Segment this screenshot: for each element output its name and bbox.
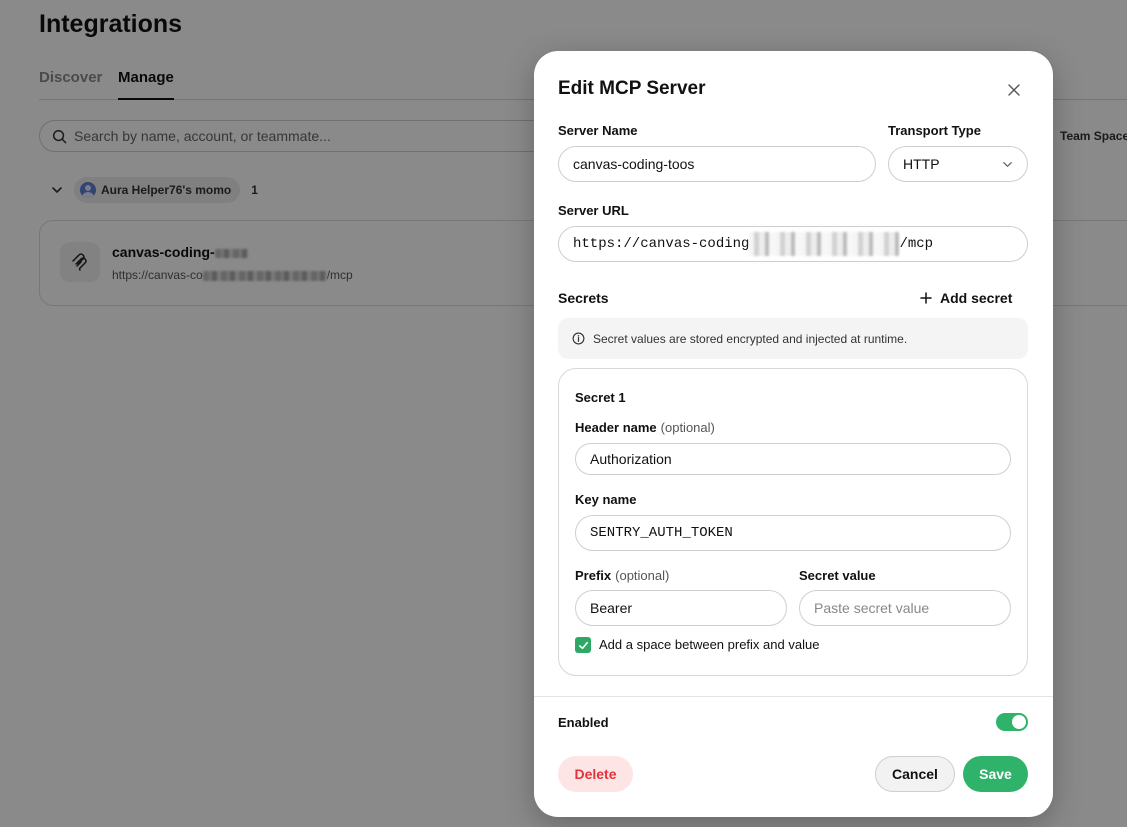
dialog-title: Edit MCP Server	[558, 78, 706, 99]
server-name-input[interactable]	[573, 156, 875, 172]
server-url-prefix: https://canvas-coding	[573, 236, 750, 252]
prefix-input[interactable]	[590, 600, 786, 616]
secret-title: Secret 1	[575, 390, 626, 405]
add-secret-label: Add secret	[940, 290, 1013, 306]
secrets-info-text: Secret values are stored encrypted and i…	[593, 331, 908, 346]
redacted-text	[749, 232, 900, 256]
info-icon	[572, 332, 585, 345]
server-name-label: Server Name	[558, 123, 638, 138]
secrets-info-box: Secret values are stored encrypted and i…	[558, 318, 1028, 359]
key-name-input[interactable]	[590, 525, 1010, 541]
enabled-label: Enabled	[558, 715, 609, 730]
secret-value-label: Secret value	[799, 568, 876, 583]
server-url-suffix: /mcp	[899, 236, 934, 252]
header-name-label-text: Header name	[575, 420, 657, 435]
header-name-input[interactable]	[590, 451, 1010, 467]
edit-mcp-server-dialog: Edit MCP Server Server Name Transport Ty…	[534, 51, 1053, 817]
optional-tag: (optional)	[615, 568, 670, 583]
prefix-label: Prefix (optional)	[575, 568, 669, 583]
add-secret-button[interactable]: Add secret	[920, 288, 1012, 308]
check-icon	[578, 641, 588, 649]
header-name-field[interactable]	[575, 443, 1011, 475]
key-name-field[interactable]	[575, 515, 1011, 551]
server-name-field[interactable]	[558, 146, 876, 182]
server-url-label: Server URL	[558, 203, 629, 218]
secrets-label: Secrets	[558, 290, 609, 306]
secret-value-input[interactable]	[814, 600, 1010, 616]
save-button[interactable]: Save	[963, 756, 1028, 792]
plus-icon	[920, 292, 932, 304]
delete-button[interactable]: Delete	[558, 756, 633, 792]
secret-value-field[interactable]	[799, 590, 1011, 626]
close-icon	[1008, 84, 1020, 96]
prefix-field[interactable]	[575, 590, 787, 626]
key-name-label: Key name	[575, 492, 637, 507]
space-checkbox-label[interactable]: Add a space between prefix and value	[599, 637, 819, 652]
enabled-toggle[interactable]	[996, 713, 1028, 731]
prefix-label-text: Prefix	[575, 568, 612, 583]
transport-type-value: HTTP	[903, 156, 940, 172]
close-button[interactable]	[1004, 80, 1024, 100]
header-name-label: Header name (optional)	[575, 420, 715, 435]
chevron-down-icon	[1003, 161, 1012, 167]
transport-type-label: Transport Type	[888, 123, 981, 138]
optional-tag: (optional)	[660, 420, 715, 435]
secret-card: Secret 1 Header name(optional) Key name …	[558, 368, 1028, 676]
server-url-field[interactable]: https://canvas-coding/mcp	[558, 226, 1028, 262]
space-checkbox[interactable]	[575, 637, 591, 653]
transport-type-select[interactable]: HTTP	[888, 146, 1028, 182]
cancel-button[interactable]: Cancel	[875, 756, 955, 792]
footer-divider	[534, 696, 1053, 697]
